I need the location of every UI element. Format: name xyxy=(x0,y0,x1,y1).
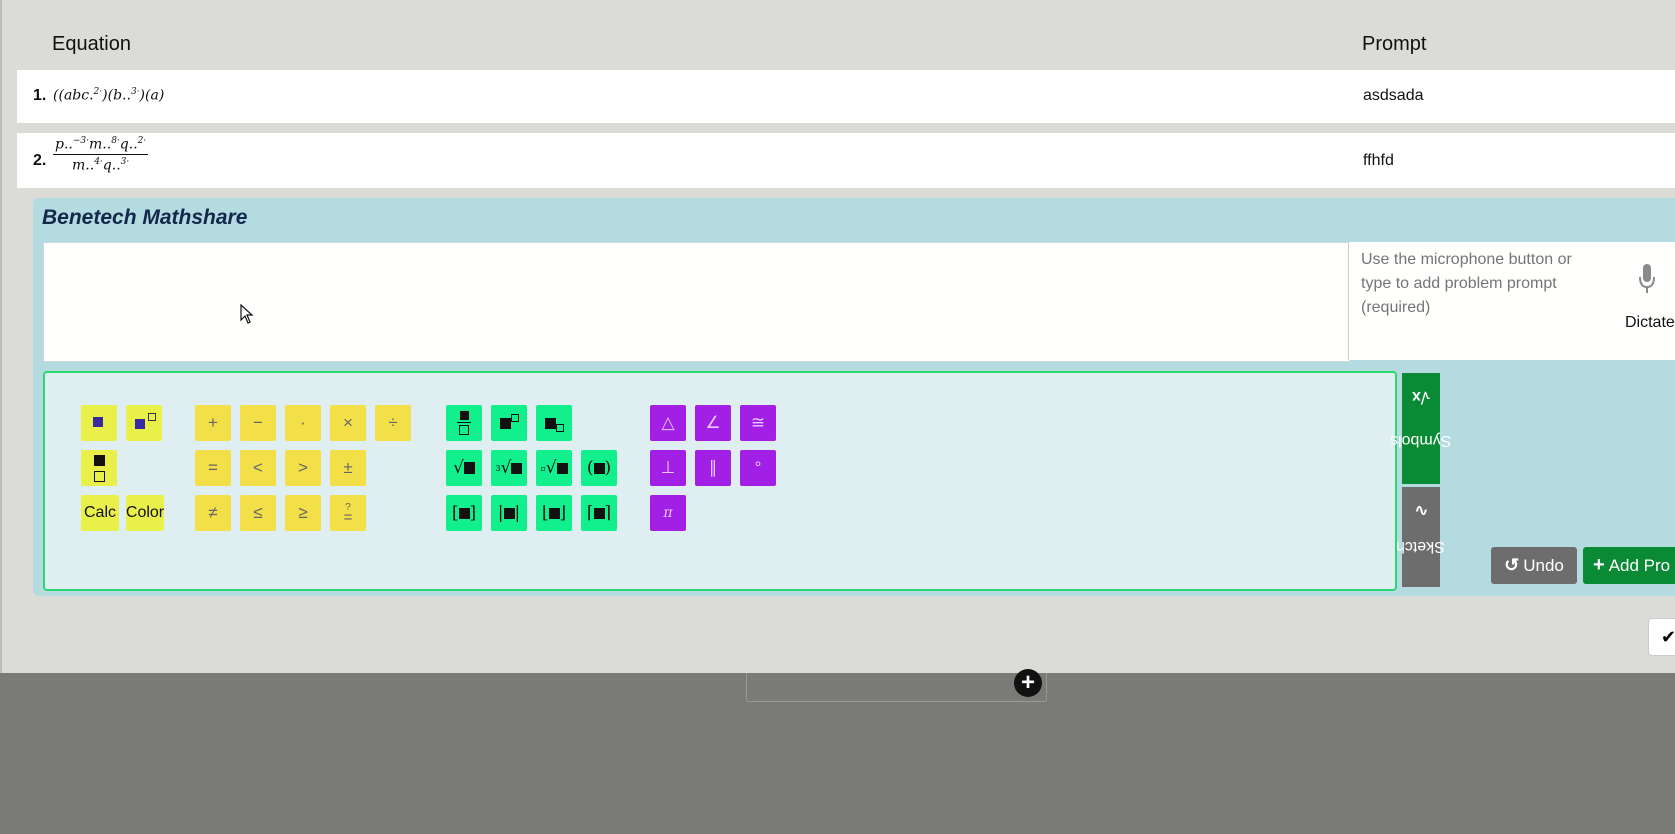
dictate-label[interactable]: Dictate xyxy=(1625,314,1675,332)
undo-button[interactable]: ↺ Undo xyxy=(1491,547,1577,584)
parallel-button[interactable]: ∥ xyxy=(695,450,731,486)
tab-symbols[interactable]: √x Symbols xyxy=(1390,373,1452,484)
fraction-template-button[interactable] xyxy=(446,405,482,441)
confirm-button[interactable]: ✔ xyxy=(1648,618,1675,656)
calc-button[interactable]: Calc xyxy=(81,495,119,531)
congruent-button[interactable]: ≅ xyxy=(740,405,776,441)
mouse-pointer-icon xyxy=(240,304,254,324)
greater-than-button[interactable]: > xyxy=(285,450,321,486)
table-row[interactable]: 1. ((abc.2·)(b..3·)(a) asdsada xyxy=(17,70,1675,123)
add-problem-button[interactable]: + Add Pro xyxy=(1583,547,1675,584)
check-icon: ✔ xyxy=(1661,626,1675,647)
plus-icon: + xyxy=(1593,554,1605,576)
ceiling-button[interactable]: ⌈ ⌉ xyxy=(581,495,617,531)
subscript-template-button[interactable] xyxy=(536,405,572,441)
triangle-button[interactable]: △ xyxy=(650,405,686,441)
prompt-input[interactable]: Use the microphone button or type to add… xyxy=(1348,242,1675,360)
nth-root-button[interactable]: ▫ √ xyxy=(536,450,572,486)
plus-minus-button[interactable]: ± xyxy=(330,450,366,486)
prompt-placeholder: Use the microphone button or type to add… xyxy=(1361,251,1572,316)
degree-button[interactable]: ° xyxy=(740,450,776,486)
row-equation: ((abc.2·)(b..3·)(a) xyxy=(53,87,165,104)
perpendicular-button[interactable]: ⊥ xyxy=(650,450,686,486)
sketch-tab-label: Sketch xyxy=(1395,537,1445,555)
less-than-button[interactable]: < xyxy=(240,450,276,486)
superscript-button[interactable] xyxy=(126,405,162,441)
absolute-value-button[interactable]: | | xyxy=(491,495,527,531)
add-circle-icon[interactable]: + xyxy=(1014,669,1042,697)
row-equation: p..−3·m..8·q..2· m..4·q..3· xyxy=(53,136,149,174)
parentheses-button[interactable]: () xyxy=(581,450,617,486)
equation-column-header: Equation xyxy=(52,33,131,55)
add-problem-label: Add Pro xyxy=(1608,555,1671,575)
background-card xyxy=(746,673,1047,702)
fraction-button[interactable] xyxy=(81,450,117,486)
equals-button[interactable]: = xyxy=(195,450,231,486)
angle-button[interactable]: ∠ xyxy=(695,405,731,441)
floor-button[interactable]: ⌊ ⌋ xyxy=(536,495,572,531)
undo-label: Undo xyxy=(1523,555,1564,575)
tab-sketch[interactable]: ∿ Sketch xyxy=(1396,487,1444,587)
times-button[interactable]: × xyxy=(330,405,366,441)
prompt-column-header: Prompt xyxy=(1362,33,1427,55)
math-input-area[interactable] xyxy=(43,242,1350,362)
pencil-icon: ∿ xyxy=(1414,501,1428,519)
row-prompt: ffhfd xyxy=(1363,152,1394,169)
cube-root-button[interactable]: 3 √ xyxy=(491,450,527,486)
subscript-button[interactable] xyxy=(81,405,117,441)
brackets-button[interactable]: [] xyxy=(446,495,482,531)
symbol-palette: Calc Color + − · × ÷ = < > ± ≠ ≤ ≥ ? = √ … xyxy=(43,371,1452,591)
symbols-tab-label: Symbols xyxy=(1390,431,1452,449)
pi-button[interactable]: π xyxy=(650,495,686,531)
question-equals-button[interactable]: ? = xyxy=(330,495,366,531)
modal-edge xyxy=(0,0,2,673)
table-row[interactable]: 2. p..−3·m..8·q..2· m..4·q..3· ffhfd xyxy=(17,133,1675,188)
color-button[interactable]: Color xyxy=(126,495,164,531)
plus-button[interactable]: + xyxy=(195,405,231,441)
brand-title: Benetech Mathshare xyxy=(42,206,248,229)
microphone-icon[interactable] xyxy=(1637,262,1657,296)
divide-button[interactable]: ÷ xyxy=(375,405,411,441)
row-prompt: asdsada xyxy=(1363,87,1424,104)
row-number: 1. xyxy=(33,87,47,104)
minus-button[interactable]: − xyxy=(240,405,276,441)
modal-dialog: Equation Prompt 1. ((abc.2·)(b..3·)(a) a… xyxy=(0,0,1675,673)
dot-button[interactable]: · xyxy=(285,405,321,441)
sqrt-button[interactable]: √ xyxy=(446,450,482,486)
greater-equal-button[interactable]: ≥ xyxy=(285,495,321,531)
less-equal-button[interactable]: ≤ xyxy=(240,495,276,531)
undo-icon: ↺ xyxy=(1504,555,1520,575)
not-equal-button[interactable]: ≠ xyxy=(195,495,231,531)
row-number: 2. xyxy=(33,152,47,169)
power-template-button[interactable] xyxy=(491,405,527,441)
sqrt-icon: √x xyxy=(1412,387,1430,405)
